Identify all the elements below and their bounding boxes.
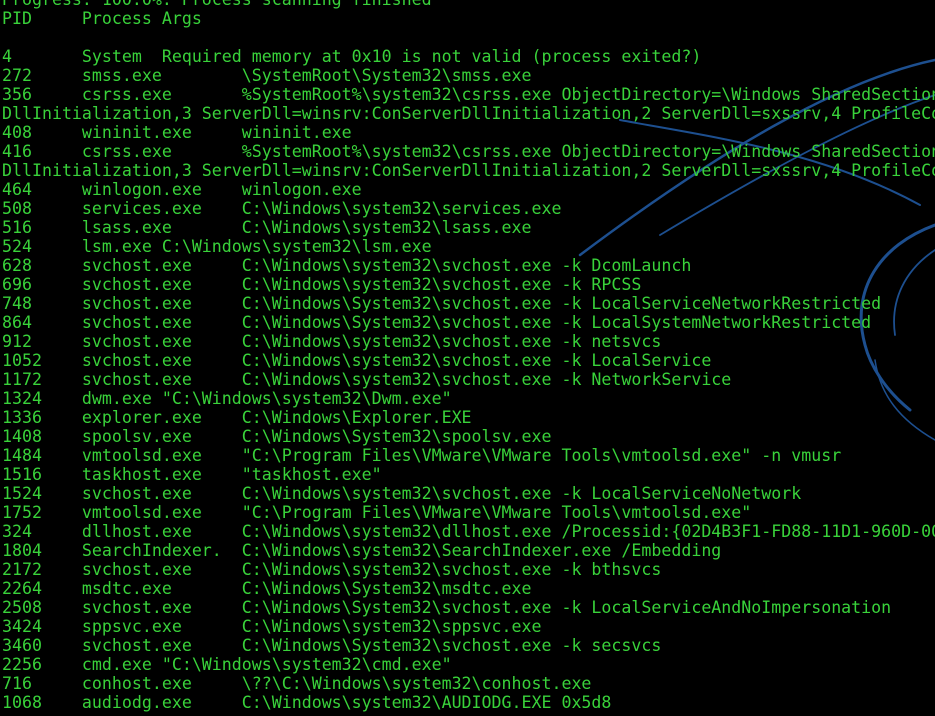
- process-row: 464 winlogon.exe winlogon.exe: [2, 180, 362, 199]
- process-row: 1516 taskhost.exe "taskhost.exe": [2, 465, 382, 484]
- table-header: PID Process Args: [2, 9, 202, 28]
- process-row: 1408 spoolsv.exe C:\Windows\System32\spo…: [2, 427, 552, 446]
- process-row: 3460 svchost.exe C:\Windows\System32\svc…: [2, 636, 662, 655]
- process-row: 1068 audiodg.exe C:\Windows\system32\AUD…: [2, 693, 612, 712]
- process-row: 356 csrss.exe %SystemRoot%\system32\csrs…: [2, 85, 935, 104]
- process-row: 748 svchost.exe C:\Windows\System32\svch…: [2, 294, 882, 313]
- process-row: 3424 sppsvc.exe C:\Windows\system32\spps…: [2, 617, 542, 636]
- process-row-continuation: DllInitialization,3 ServerDll=winsrv:Con…: [2, 104, 935, 123]
- process-row-continuation: DllInitialization,3 ServerDll=winsrv:Con…: [2, 161, 935, 180]
- process-row: 508 services.exe C:\Windows\system32\ser…: [2, 199, 562, 218]
- process-row: 1052 svchost.exe C:\Windows\system32\svc…: [2, 351, 712, 370]
- terminal-window[interactable]: Progress: 100.0%. Process scanning finis…: [0, 0, 935, 716]
- process-row: 324 dllhost.exe C:\Windows\system32\dllh…: [2, 522, 935, 541]
- process-row: 416 csrss.exe %SystemRoot%\system32\csrs…: [2, 142, 935, 161]
- process-row: 1172 svchost.exe C:\Windows\system32\svc…: [2, 370, 732, 389]
- process-row: 408 wininit.exe wininit.exe: [2, 123, 352, 142]
- process-row: 628 svchost.exe C:\Windows\system32\svch…: [2, 256, 692, 275]
- process-row: 2256 cmd.exe "C:\Windows\system32\cmd.ex…: [2, 655, 452, 674]
- process-row: 716 conhost.exe \??\C:\Windows\system32\…: [2, 674, 592, 693]
- process-row: 2508 svchost.exe C:\Windows\System32\svc…: [2, 598, 892, 617]
- process-row: 2172 svchost.exe C:\Windows\system32\svc…: [2, 560, 662, 579]
- process-row: 1324 dwm.exe "C:\Windows\system32\Dwm.ex…: [2, 389, 452, 408]
- process-row: 1484 vmtoolsd.exe "C:\Program Files\VMwa…: [2, 446, 842, 465]
- process-row: 516 lsass.exe C:\Windows\system32\lsass.…: [2, 218, 532, 237]
- process-row: 1336 explorer.exe C:\Windows\Explorer.EX…: [2, 408, 472, 427]
- process-row: 272 smss.exe \SystemRoot\System32\smss.e…: [2, 66, 532, 85]
- process-row: 912 svchost.exe C:\Windows\system32\svch…: [2, 332, 662, 351]
- process-row: 1804 SearchIndexer. C:\Windows\system32\…: [2, 541, 722, 560]
- process-row: 1752 vmtoolsd.exe "C:\Program Files\VMwa…: [2, 503, 752, 522]
- process-row: 696 svchost.exe C:\Windows\system32\svch…: [2, 275, 642, 294]
- process-row: 864 svchost.exe C:\Windows\System32\svch…: [2, 313, 872, 332]
- process-row: 2264 msdtc.exe C:\Windows\System32\msdtc…: [2, 579, 532, 598]
- process-row: 1524 svchost.exe C:\Windows\system32\svc…: [2, 484, 802, 503]
- process-row: 524 lsm.exe C:\Windows\system32\lsm.exe: [2, 237, 432, 256]
- terminal-output: Progress: 100.0%. Process scanning finis…: [2, 0, 935, 712]
- scan-progress-line: Progress: 100.0%. Process scanning finis…: [2, 0, 935, 9]
- process-row: 4 System Required memory at 0x10 is not …: [2, 47, 702, 66]
